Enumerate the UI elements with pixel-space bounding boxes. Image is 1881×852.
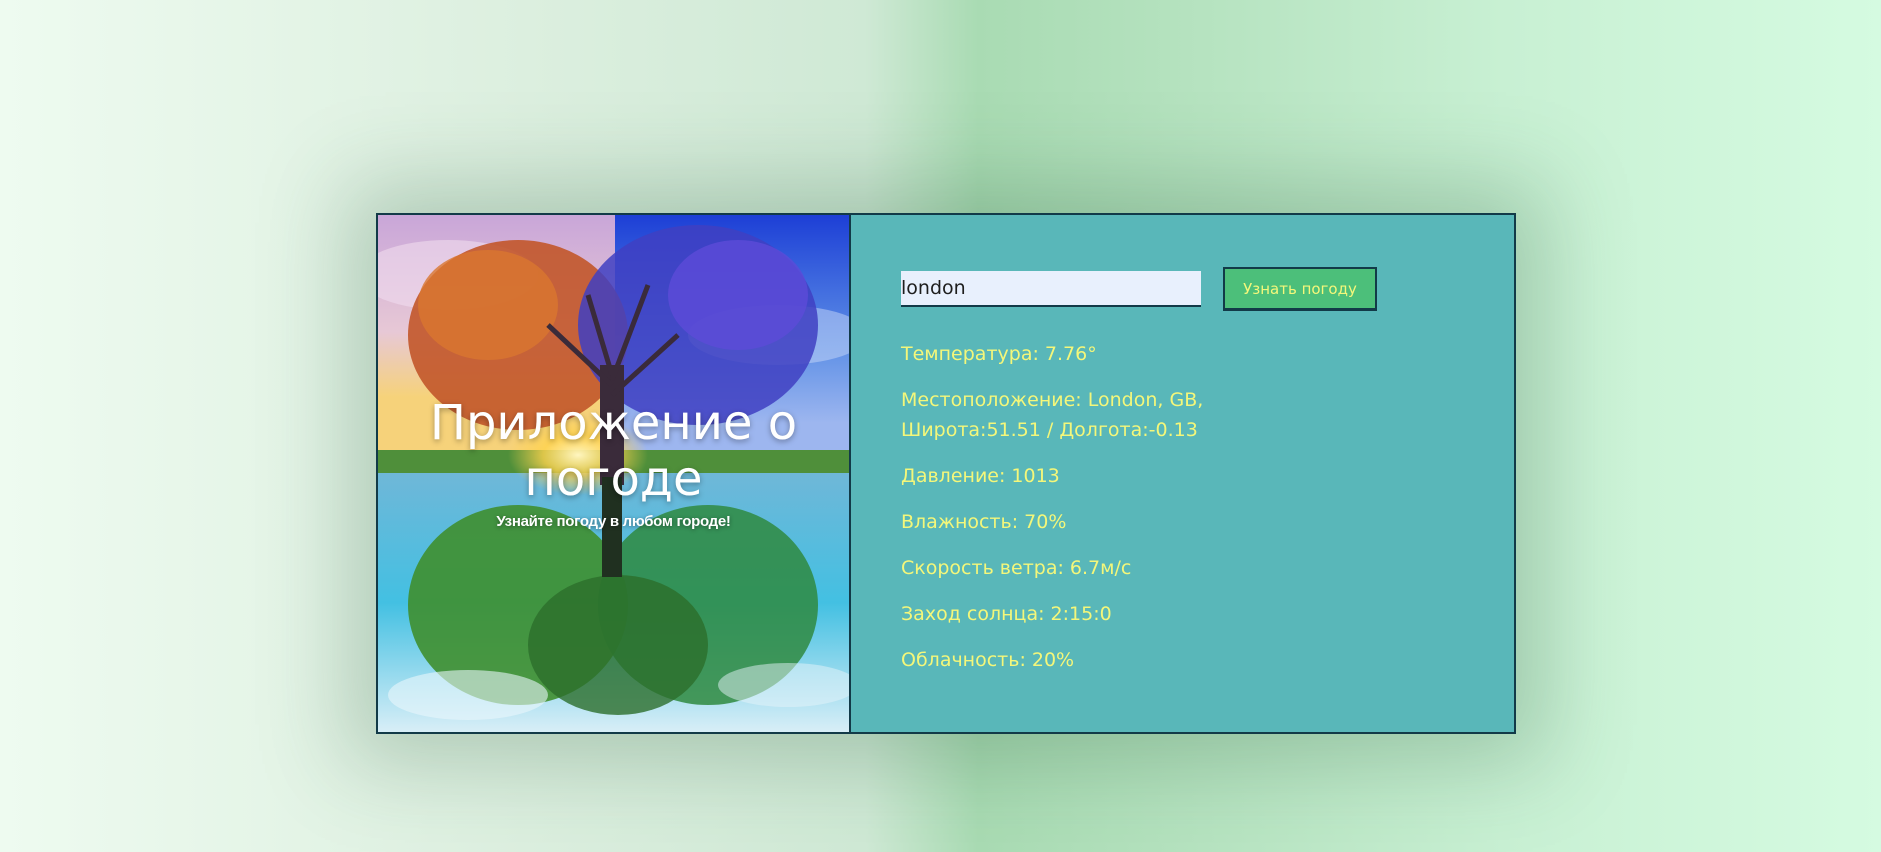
app-subtitle: Узнайте погоду в любом городе! bbox=[496, 513, 731, 530]
cloudiness-text: Облачность: 20% bbox=[901, 649, 1075, 671]
hero-text: Приложение о погоде Узнайте погоду в люб… bbox=[378, 395, 849, 530]
humidity-text: Влажность: 70% bbox=[901, 511, 1067, 533]
location-text: Местоположение: London, GB, Широта:51.51… bbox=[901, 389, 1204, 441]
weather-info-list: Температура: 7.76° Местоположение: Londo… bbox=[901, 339, 1241, 691]
temperature-text: Температура: 7.76° bbox=[901, 343, 1097, 365]
app-title: Приложение о погоде bbox=[429, 395, 798, 507]
wind-speed-text: Скорость ветра: 6.7м/с bbox=[901, 557, 1132, 579]
city-input[interactable] bbox=[901, 271, 1201, 307]
get-weather-button[interactable]: Узнать погоду bbox=[1223, 267, 1377, 311]
weather-panel: Узнать погоду Температура: 7.76° Местопо… bbox=[851, 215, 1514, 732]
sunset-text: Заход солнца: 2:15:0 bbox=[901, 603, 1112, 625]
pressure-text: Давление: 1013 bbox=[901, 465, 1060, 487]
hero-panel: Приложение о погоде Узнайте погоду в люб… bbox=[378, 215, 851, 732]
search-row: Узнать погоду bbox=[901, 267, 1377, 311]
weather-app-card: Приложение о погоде Узнайте погоду в люб… bbox=[376, 213, 1516, 734]
